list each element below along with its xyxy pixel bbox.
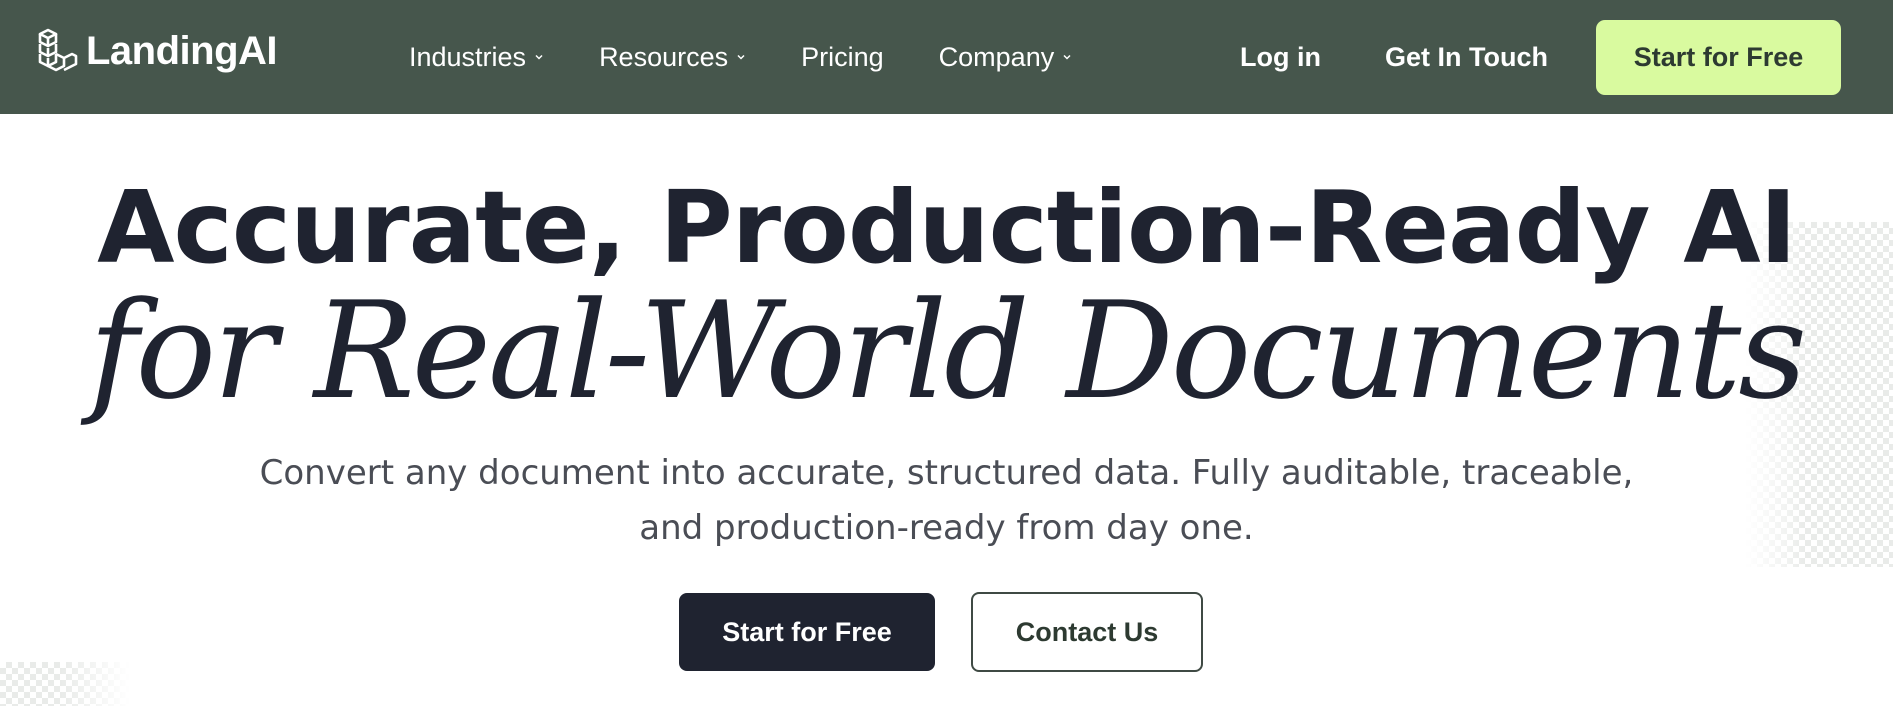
nav-item-label: Industries [409, 41, 527, 72]
get-in-touch-link[interactable]: Get In Touch [1385, 42, 1548, 73]
nav-item-industries[interactable]: Industries [409, 42, 544, 73]
stacked-cubes-icon [38, 28, 78, 74]
nav-item-company[interactable]: Company [939, 42, 1073, 73]
start-for-free-button[interactable]: Start for Free [679, 593, 935, 671]
pixel-pattern-fade [60, 662, 130, 706]
start-for-free-nav-button[interactable]: Start for Free [1596, 19, 1841, 95]
hero-title-line2: for Real-World Documents [88, 273, 1807, 429]
nav-actions: Log in Get In Touch Start for Free [1240, 0, 1841, 114]
brand-name: LandingAI [86, 28, 278, 73]
nav-item-label: Resources [599, 41, 729, 72]
hero-title-line1: Accurate, Production-Ready AI [97, 169, 1797, 286]
hero-subtitle: Convert any document into accurate, stru… [0, 446, 1893, 556]
chevron-down-icon [1063, 54, 1071, 60]
chevron-down-icon [535, 54, 543, 60]
brand-logo[interactable]: LandingAI [38, 28, 278, 74]
nav-item-label: Pricing [801, 41, 884, 72]
hero-subtitle-line1: Convert any document into accurate, stru… [259, 453, 1634, 493]
contact-us-button[interactable]: Contact Us [971, 592, 1203, 672]
nav-item-pricing[interactable]: Pricing [801, 42, 884, 73]
hero-subtitle-line2: and production-ready from day one. [639, 508, 1254, 548]
top-navbar: LandingAI Industries Resources Pricing C… [0, 0, 1893, 114]
login-link[interactable]: Log in [1240, 42, 1321, 73]
nav-item-label: Company [938, 41, 1055, 72]
nav-item-resources[interactable]: Resources [599, 42, 746, 73]
chevron-down-icon [737, 54, 745, 60]
main-nav: Industries Resources Pricing Company [409, 0, 1127, 114]
